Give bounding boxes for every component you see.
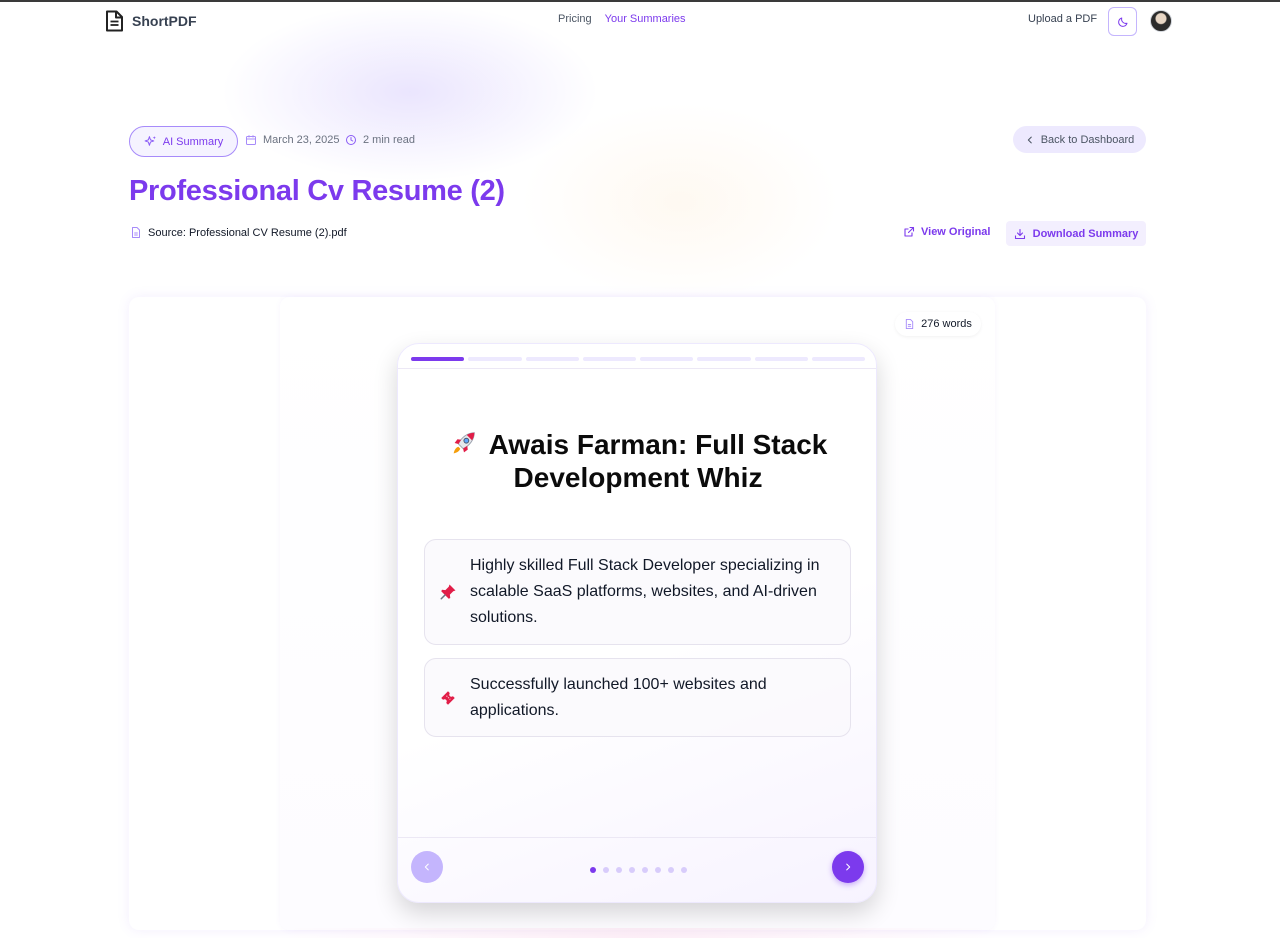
summary-point-text: Highly skilled Full Stack Developer spec… (470, 557, 820, 626)
summary-slide-card: Awais Farman: Full Stack Development Whi… (397, 343, 877, 903)
chevron-right-icon (846, 863, 851, 871)
page-title: Professional Cv Resume (2) (129, 175, 505, 207)
background-glow (520, 102, 840, 302)
ai-summary-badge: AI Summary (129, 126, 238, 157)
back-label: Back to Dashboard (1040, 133, 1135, 146)
summary-point: Successfully launched 100+ websites and … (424, 658, 851, 737)
pagination-dot[interactable] (629, 867, 635, 873)
rocket-icon (453, 432, 475, 454)
progress-segment[interactable] (411, 357, 465, 361)
pagination-dot[interactable] (590, 867, 596, 873)
top-navbar: ShortPDF Pricing Your Summaries Upload a… (0, 2, 1280, 40)
previous-slide-button[interactable] (411, 851, 443, 883)
slide-title-text: Awais Farman: Full Stack Development Whi… (488, 429, 828, 493)
progress-segment[interactable] (754, 357, 808, 361)
download-summary-button[interactable]: Download Summary (1006, 221, 1146, 246)
nav-pricing[interactable]: Pricing (558, 13, 592, 25)
pagination-dot[interactable] (616, 867, 622, 873)
summary-point-text: Successfully launched 100+ websites and … (470, 675, 767, 719)
slide-pagination-dots (590, 867, 687, 873)
slide-heading: Awais Farman: Full Stack Development Whi… (428, 428, 848, 494)
progress-segment[interactable] (468, 357, 522, 361)
clock-icon (346, 135, 356, 145)
progress-segment[interactable] (697, 357, 751, 361)
source-file: Source: Professional CV Resume (2).pdf (130, 226, 347, 239)
slide-progress-bar (411, 357, 865, 361)
file-icon (132, 227, 140, 238)
download-label: Download Summary (1032, 227, 1139, 240)
pushpin-icon (440, 584, 456, 600)
progress-segment[interactable] (811, 357, 865, 361)
document-icon (106, 10, 123, 32)
view-original-link[interactable]: View Original (903, 226, 991, 238)
file-text-icon (905, 318, 914, 330)
progress-segment[interactable] (640, 357, 694, 361)
pagination-dot[interactable] (681, 867, 687, 873)
app-name: ShortPDF (132, 13, 197, 29)
main-nav: Pricing Your Summaries (558, 13, 686, 25)
moon-icon (1117, 17, 1127, 27)
back-to-dashboard-button[interactable]: Back to Dashboard (1013, 126, 1146, 153)
progress-segment[interactable] (525, 357, 579, 361)
app-logo[interactable]: ShortPDF (105, 10, 197, 32)
pagination-dot[interactable] (668, 867, 674, 873)
download-icon (1014, 228, 1025, 239)
chevron-left-icon (424, 863, 429, 871)
view-original-label: View Original (921, 226, 991, 238)
word-count-badge: 276 words (895, 312, 981, 336)
user-avatar[interactable] (1150, 10, 1172, 32)
date-text: March 23, 2025 (263, 134, 340, 146)
calendar-icon (246, 135, 256, 145)
pagination-dot[interactable] (642, 867, 648, 873)
source-text: Source: Professional CV Resume (2).pdf (148, 226, 347, 239)
next-slide-button[interactable] (832, 851, 864, 883)
pagination-dot[interactable] (603, 867, 609, 873)
nav-your-summaries[interactable]: Your Summaries (605, 13, 686, 25)
theme-toggle-button[interactable] (1108, 7, 1137, 36)
pagination-dot[interactable] (655, 867, 661, 873)
bottom-glow (280, 928, 995, 938)
divider (398, 368, 876, 369)
read-time: 2 min read (345, 134, 415, 146)
summary-date: March 23, 2025 (245, 134, 339, 146)
ticket-icon (441, 690, 455, 705)
word-count-text: 276 words (921, 318, 972, 330)
ai-summary-label: AI Summary (162, 135, 224, 148)
summary-point: Highly skilled Full Stack Developer spec… (424, 539, 851, 645)
progress-segment[interactable] (582, 357, 636, 361)
sparkles-icon (144, 136, 156, 146)
divider (398, 837, 876, 838)
external-link-icon (904, 226, 915, 237)
read-time-text: 2 min read (363, 134, 415, 146)
chevron-left-icon (1027, 136, 1032, 143)
upload-pdf-link[interactable]: Upload a PDF (1028, 13, 1097, 25)
